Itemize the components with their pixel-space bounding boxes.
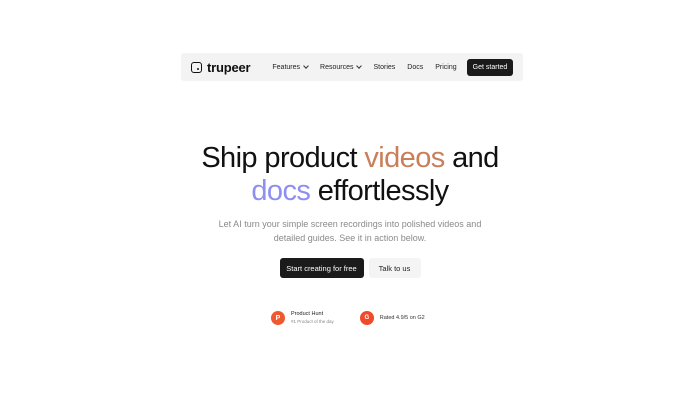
product-hunt-title: Product Hunt bbox=[291, 311, 324, 317]
g2-badge[interactable]: G Rated 4.9/5 on G2 bbox=[359, 311, 425, 325]
hero-cta-group: Start creating for free Talk to us bbox=[0, 258, 700, 278]
product-hunt-icon: P bbox=[271, 311, 285, 325]
hero-line1-part-a: Ship product bbox=[201, 142, 365, 174]
hero-subtitle: Let AI turn your simple screen recording… bbox=[0, 217, 700, 245]
chevron-down-icon bbox=[303, 63, 309, 69]
get-started-button[interactable]: Get started bbox=[467, 58, 513, 76]
nav-features[interactable]: Features bbox=[272, 63, 309, 71]
top-navbar: trupeer Features Resources Stories Docs … bbox=[181, 53, 523, 81]
start-creating-button[interactable]: Start creating for free bbox=[279, 258, 364, 278]
hero-subtitle-line-2: detailed guides. See it in action below. bbox=[273, 233, 427, 243]
product-hunt-subtitle: #1 Product of the day bbox=[291, 319, 334, 324]
talk-to-us-button[interactable]: Talk to us bbox=[368, 258, 421, 278]
hero-line1-part-c: and bbox=[444, 142, 499, 174]
hero-title-line-2: docs effortlessly bbox=[0, 174, 700, 208]
nav-docs[interactable]: Docs bbox=[407, 64, 423, 71]
hero-title-line-1: Ship product videos and bbox=[0, 141, 700, 175]
brand-name: trupeer bbox=[207, 59, 251, 75]
nav-resources[interactable]: Resources bbox=[320, 63, 363, 71]
hero-highlight-videos: videos bbox=[364, 142, 445, 174]
hero-highlight-docs: docs bbox=[251, 175, 311, 207]
product-hunt-text: Product Hunt #1 Product of the day bbox=[291, 310, 334, 326]
landing-page: trupeer Features Resources Stories Docs … bbox=[0, 0, 700, 400]
social-proof-badges: P Product Hunt #1 Product of the day G R… bbox=[271, 310, 425, 326]
nav-features-label: Features bbox=[272, 63, 301, 71]
chevron-down-icon bbox=[356, 63, 363, 69]
nav-links: Features Resources Stories Docs Pricing bbox=[272, 63, 457, 71]
g2-rating-text: Rated 4.9/5 on G2 bbox=[379, 315, 425, 321]
nav-resources-label: Resources bbox=[320, 63, 354, 71]
nav-pricing[interactable]: Pricing bbox=[435, 64, 456, 71]
nav-stories[interactable]: Stories bbox=[373, 64, 395, 71]
g2-icon: G bbox=[359, 311, 374, 325]
hero-subtitle-line-1: Let AI turn your simple screen recording… bbox=[218, 219, 482, 229]
product-hunt-badge[interactable]: P Product Hunt #1 Product of the day bbox=[271, 310, 334, 326]
brand-logo[interactable]: trupeer bbox=[191, 59, 251, 75]
trupeer-logo-icon bbox=[191, 61, 202, 73]
hero-line2-part-b: effortlessly bbox=[310, 175, 449, 207]
